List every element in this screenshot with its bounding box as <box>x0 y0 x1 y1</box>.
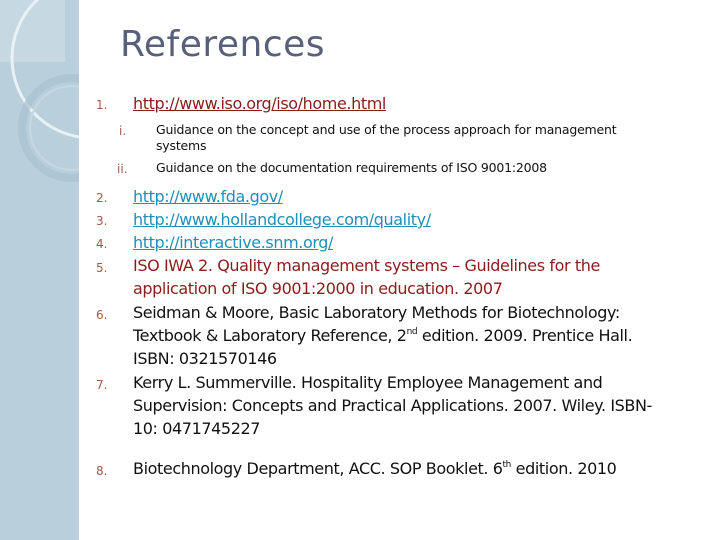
references-list: 1. http://www.iso.org/iso/home.html i. G… <box>0 0 720 540</box>
ref-text: Biotechnology Department, ACC. SOP Bookl… <box>133 459 617 478</box>
ref-text-cont: application of ISO 9001:2000 in educatio… <box>133 279 503 298</box>
ref-link-hollandcollege[interactable]: http://www.hollandcollege.com/quality/ <box>133 210 431 229</box>
ref-text-cont: Textbook & Laboratory Reference, 2nd edi… <box>133 326 633 345</box>
ref-number: 6. <box>96 308 108 322</box>
superscript: nd <box>406 327 418 337</box>
superscript: th <box>502 460 512 470</box>
ref-text: Seidman & Moore, Basic Laboratory Method… <box>133 303 620 322</box>
subitem-text: Guidance on the documentation requiremen… <box>156 160 547 175</box>
subitem-text: Guidance on the concept and use of the p… <box>156 122 617 137</box>
ref-text: ISO IWA 2. Quality management systems – … <box>133 256 600 275</box>
ref-number: 3. <box>96 214 108 228</box>
subitem-number: i. <box>119 124 127 138</box>
ref-text-cont: 10: 0471745227 <box>133 419 261 438</box>
ref-text-part: edition. 2009. Prentice Hall. <box>417 326 633 345</box>
ref-link-iso[interactable]: http://www.iso.org/iso/home.html <box>133 94 386 113</box>
ref-number: 1. <box>96 98 108 112</box>
ref-text-cont: Supervision: Concepts and Practical Appl… <box>133 396 652 415</box>
ref-number: 5. <box>96 261 108 275</box>
ref-text: Kerry L. Summerville. Hospitality Employ… <box>133 373 603 392</box>
ref-number: 4. <box>96 237 108 251</box>
ref-number: 7. <box>96 378 108 392</box>
ref-link-snm[interactable]: http://interactive.snm.org/ <box>133 233 333 252</box>
subitem-text-cont: systems <box>156 138 207 153</box>
ref-text-part: edition. 2010 <box>510 459 617 478</box>
ref-link-fda[interactable]: http://www.fda.gov/ <box>133 187 283 206</box>
ref-number: 2. <box>96 191 108 205</box>
ref-number: 8. <box>96 464 108 478</box>
subitem-number: ii. <box>117 162 128 176</box>
ref-text-part: Biotechnology Department, ACC. SOP Bookl… <box>133 459 503 478</box>
ref-text-cont: ISBN: 0321570146 <box>133 349 277 368</box>
ref-text-part: Textbook & Laboratory Reference, 2 <box>133 326 407 345</box>
